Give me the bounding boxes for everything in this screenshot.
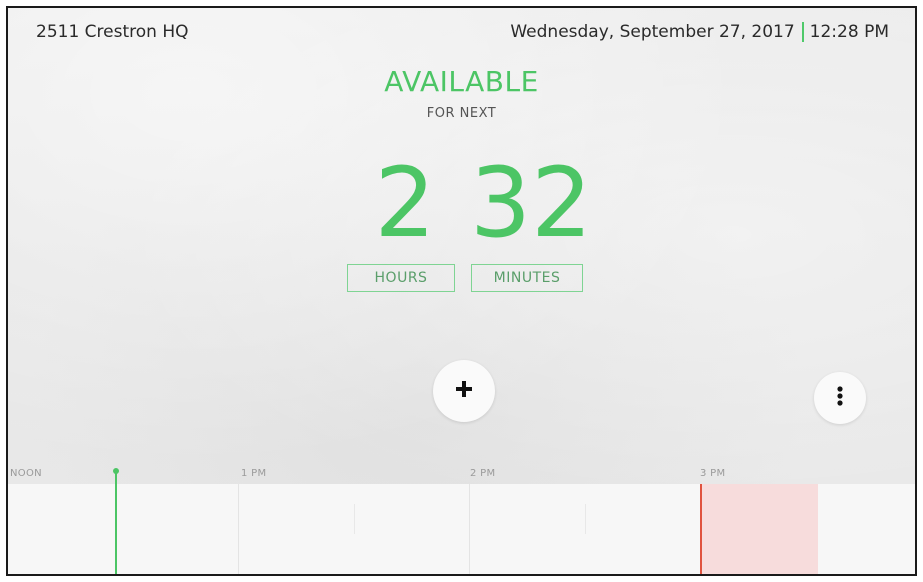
current-time-indicator [115,470,117,574]
more-options-button[interactable] [814,372,866,424]
minutes-label: MINUTES [471,264,583,292]
room-scheduling-panel: 2511 Crestron HQ Wednesday, September 27… [6,6,917,576]
current-time: 12:28 PM [809,22,889,42]
vertical-dots-icon [836,385,844,411]
timeline-gridline [469,484,470,574]
timeline-half-gridline [354,504,355,534]
room-name: 2511 Crestron HQ [36,22,189,42]
booked-meeting-block[interactable] [700,484,818,574]
timeline-label-1pm: 1 PM [241,468,267,479]
date-time-separator [801,22,804,42]
availability-status: AVAILABLE [384,65,539,98]
availability-sublabel: FOR NEXT [426,106,497,121]
timeline-label-2pm: 2 PM [470,468,496,479]
hours-label: HOURS [347,264,455,292]
timeline-label-noon: NOON [10,468,42,479]
timeline-label-3pm: 3 PM [700,468,726,479]
countdown-minutes: 32 [470,147,593,259]
plus-icon [454,379,474,403]
timeline-half-gridline [585,504,586,534]
timeline-hour-labels: NOON 1 PM 2 PM 3 PM [8,464,915,484]
current-date: Wednesday, September 27, 2017 [510,22,795,42]
timeline-gridline [238,484,239,574]
add-reservation-button[interactable] [433,360,495,422]
date-time: Wednesday, September 27, 2017 12:28 PM [510,22,889,42]
current-time-dot [113,468,119,474]
countdown-hours: 2 [374,147,436,259]
schedule-timeline[interactable] [8,484,915,574]
